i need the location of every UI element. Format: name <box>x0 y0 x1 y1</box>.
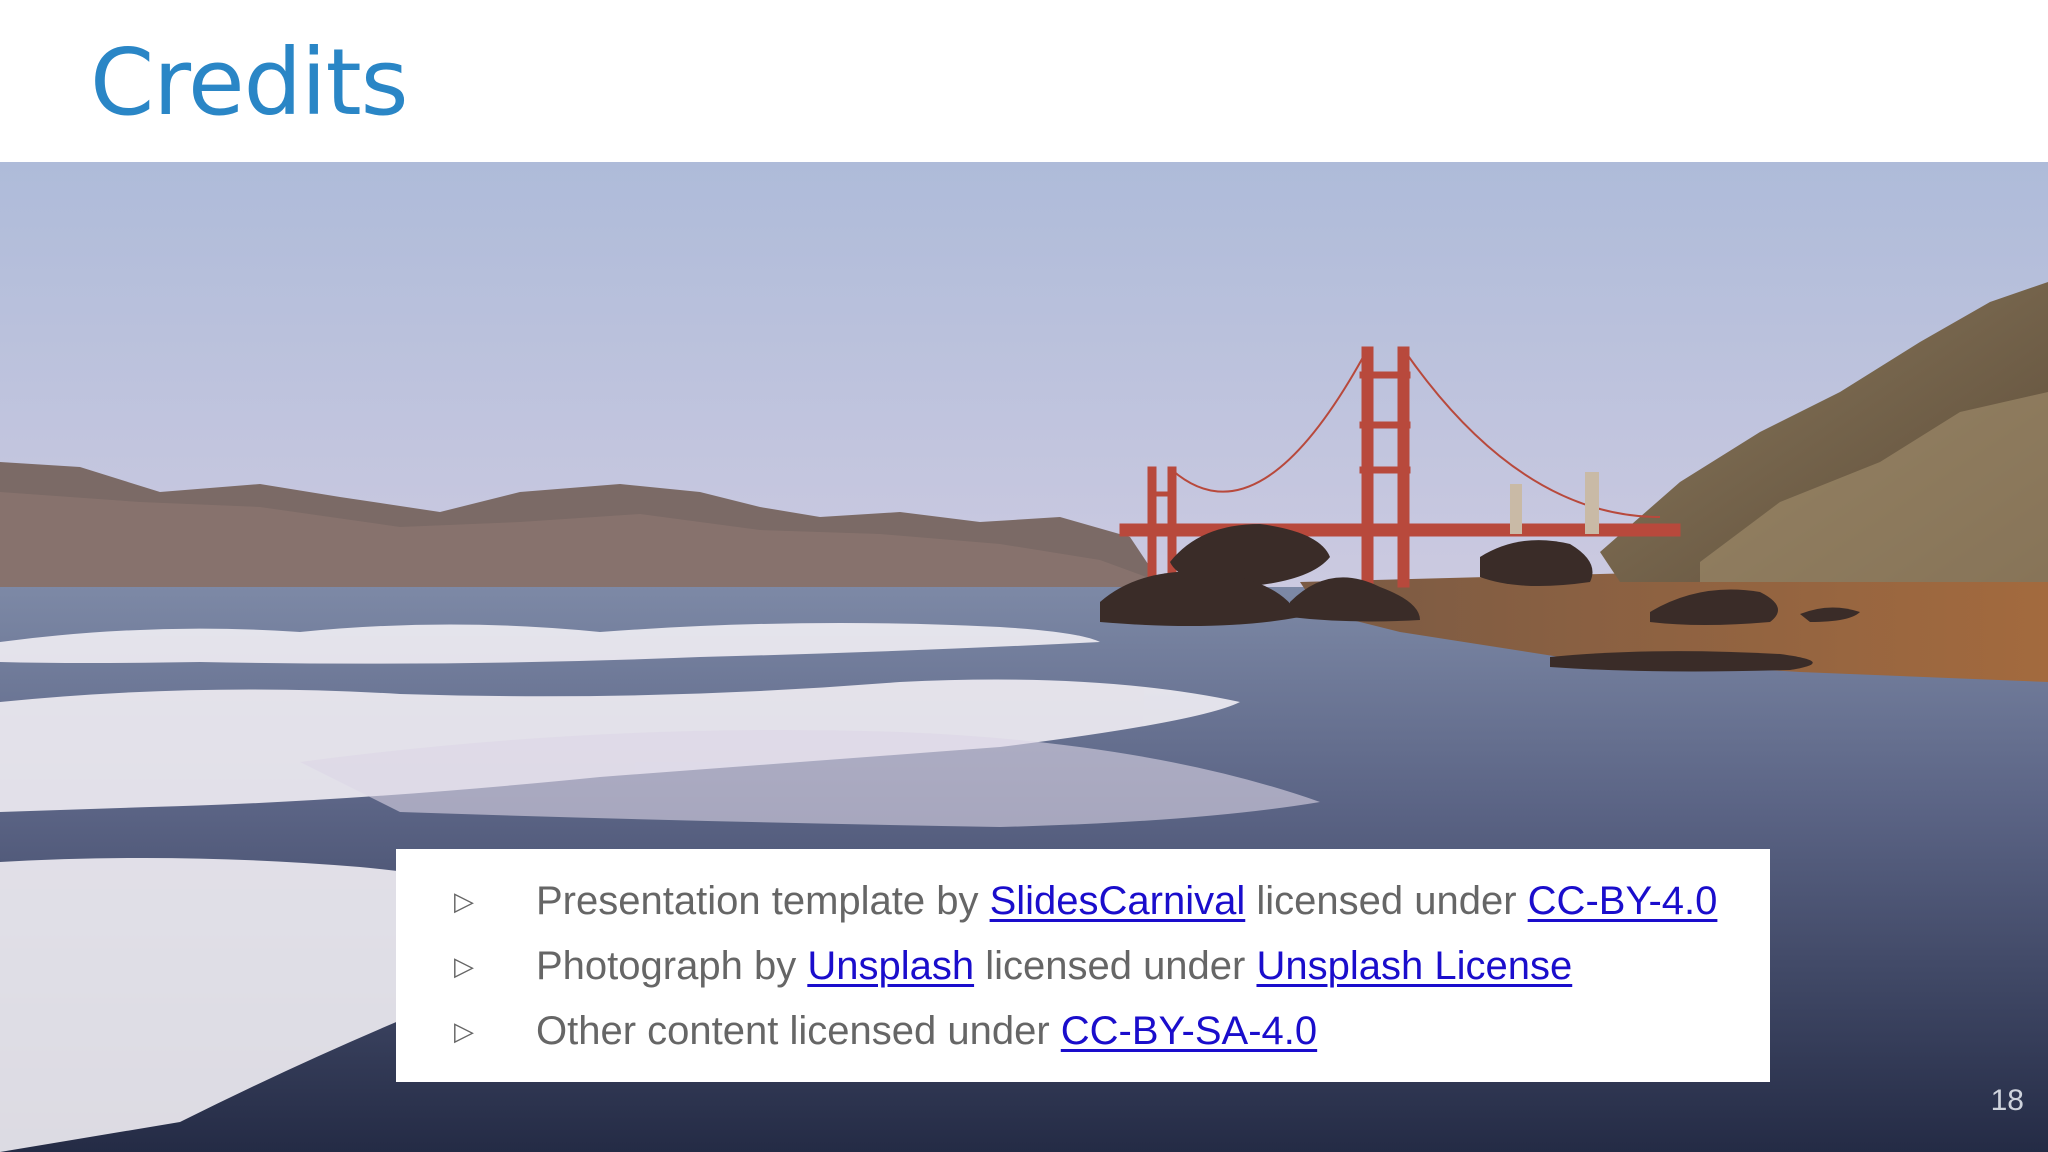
credits-box: ▷ Presentation template by SlidesCarniva… <box>396 849 1770 1082</box>
page-number: 18 <box>1990 1084 2024 1117</box>
credit-line-text: Other content licensed under CC-BY-SA-4.… <box>536 1009 1317 1054</box>
bullet-triangle-icon: ▷ <box>454 951 474 982</box>
link-cc-by-4[interactable]: CC-BY-4.0 <box>1528 879 1718 923</box>
link-slidescarnival[interactable]: SlidesCarnival <box>990 879 1246 923</box>
link-unsplash-license[interactable]: Unsplash License <box>1256 944 1572 988</box>
bullet-triangle-icon: ▷ <box>454 1016 474 1047</box>
slide: Credits ▷ Presentation template by Slide… <box>0 0 2048 1152</box>
credit-prefix: Other content licensed under <box>536 1009 1061 1053</box>
bullet-triangle-icon: ▷ <box>454 886 474 917</box>
credit-line-photograph: ▷ Photograph by Unsplash licensed under … <box>396 934 1770 999</box>
credit-middle: licensed under <box>1245 879 1528 923</box>
credit-prefix: Presentation template by <box>536 879 990 923</box>
link-unsplash[interactable]: Unsplash <box>807 944 974 988</box>
credit-line-other: ▷ Other content licensed under CC-BY-SA-… <box>396 999 1770 1064</box>
credit-prefix: Photograph by <box>536 944 808 988</box>
credit-line-text: Presentation template by SlidesCarnival … <box>536 879 1717 924</box>
link-cc-by-sa-4[interactable]: CC-BY-SA-4.0 <box>1061 1009 1317 1053</box>
slide-title: Credits <box>90 29 409 136</box>
credit-line-template: ▷ Presentation template by SlidesCarniva… <box>396 869 1770 934</box>
credit-middle: licensed under <box>974 944 1257 988</box>
credit-line-text: Photograph by Unsplash licensed under Un… <box>536 944 1572 989</box>
